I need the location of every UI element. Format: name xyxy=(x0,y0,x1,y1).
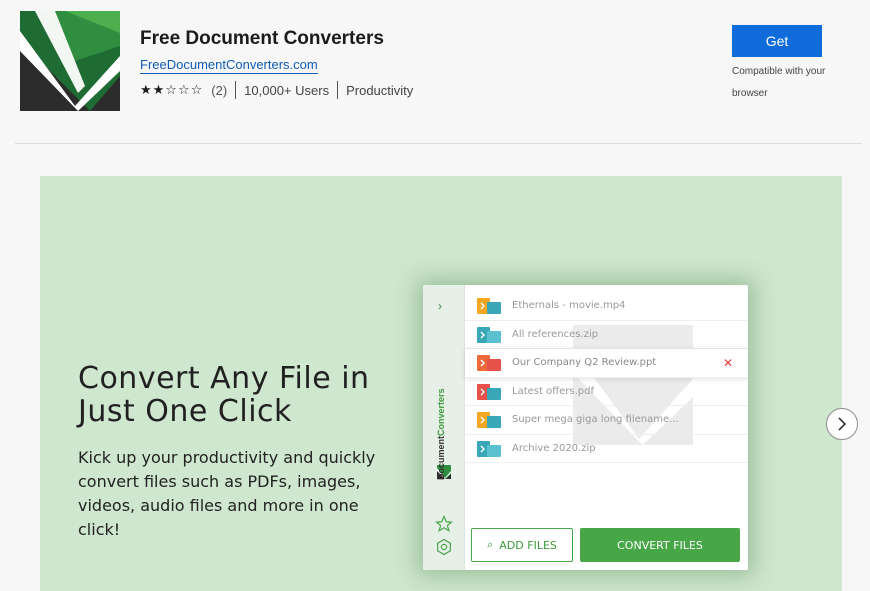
remove-icon[interactable]: ✕ xyxy=(723,356,733,370)
file-name: Super mega giga long filename... xyxy=(512,414,679,426)
add-files-label: ADD FILES xyxy=(499,538,557,552)
convert-files-button[interactable]: CONVERT FILES xyxy=(580,528,740,562)
extension-meta: ★★☆☆☆ (2) 10,000+ Users Productivity xyxy=(140,81,413,99)
meta-separator xyxy=(235,81,237,99)
gear-icon xyxy=(437,538,451,556)
file-name: Archive 2020.zip xyxy=(512,442,596,454)
rating-count[interactable]: (2) xyxy=(211,83,227,98)
sidebar-brand: DocumentConverters xyxy=(436,388,446,480)
app-sidebar: › DocumentConverters xyxy=(423,285,465,570)
file-type-icon xyxy=(477,383,501,400)
file-type-icon xyxy=(477,326,501,343)
file-name: Latest offers.pdf xyxy=(512,385,594,397)
category-link[interactable]: Productivity xyxy=(346,83,413,98)
meta-separator xyxy=(337,81,339,99)
file-type-icon xyxy=(477,355,501,371)
file-row[interactable]: Archive 2020.zip xyxy=(465,435,748,463)
header-divider xyxy=(15,143,862,144)
compatibility-note: Compatible with your browser xyxy=(732,66,826,99)
paperclip-icon: ⌕ xyxy=(487,538,494,551)
banner-blurb: Kick up your productivity and quickly co… xyxy=(78,448,376,539)
file-type-icon xyxy=(477,412,501,428)
user-count: 10,000+ Users xyxy=(244,82,330,98)
file-row-active[interactable]: Our Company Q2 Review.ppt ✕ xyxy=(465,349,748,378)
next-screenshot-button[interactable] xyxy=(826,408,858,440)
file-row[interactable]: All references.zip xyxy=(465,321,748,349)
chevron-right-icon xyxy=(838,417,847,431)
file-row[interactable]: Latest offers.pdf xyxy=(465,378,748,406)
file-name: Ethernals - movie.mp4 xyxy=(512,300,626,312)
star-icon xyxy=(435,515,453,533)
file-type-icon xyxy=(477,298,501,314)
file-row[interactable]: Super mega giga long filename... xyxy=(465,406,748,435)
extension-title: Free Document Converters xyxy=(140,28,384,49)
file-name: Our Company Q2 Review.ppt xyxy=(512,357,657,369)
get-button[interactable]: Get xyxy=(732,25,822,57)
add-files-button[interactable]: ⌕ ADD FILES xyxy=(471,528,573,562)
publisher-link[interactable]: FreeDocumentConverters.com xyxy=(140,57,318,74)
app-preview: › DocumentConverters Ethernals - movie.m… xyxy=(423,285,748,570)
file-name: All references.zip xyxy=(512,328,599,340)
chevron-right-icon: › xyxy=(438,299,442,313)
file-list: Ethernals - movie.mp4 All references.zip… xyxy=(465,292,748,463)
file-row[interactable]: Ethernals - movie.mp4 xyxy=(465,292,748,321)
file-type-icon xyxy=(477,440,501,457)
rating-stars[interactable]: ★★☆☆☆ xyxy=(140,83,203,98)
screenshot-banner: Convert Any File in Just One Click Kick … xyxy=(40,176,842,591)
banner-headline: Convert Any File in Just One Click xyxy=(78,361,370,429)
extension-logo xyxy=(20,11,120,111)
